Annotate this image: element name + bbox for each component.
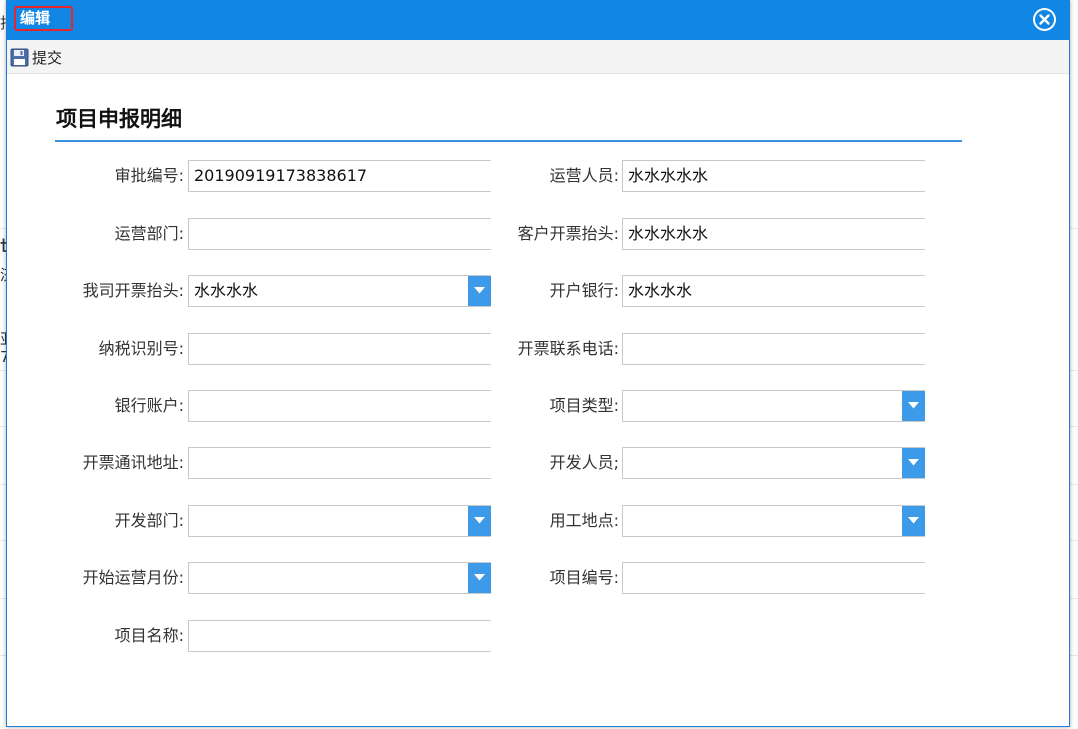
dialog-titlebar[interactable]: 编辑 (7, 0, 1069, 40)
select-field[interactable] (622, 390, 925, 422)
chevron-down-icon (908, 459, 919, 466)
dropdown-button[interactable] (468, 506, 491, 536)
chevron-down-icon (474, 287, 485, 294)
submit-label: 提交 (32, 48, 63, 67)
text-field[interactable]: 水水水水水 (622, 160, 925, 192)
field-label: 项目编号: (549, 568, 619, 587)
field-label: 开发部门: (114, 511, 184, 530)
select-field[interactable]: 水水水水 (188, 275, 491, 307)
field-label: 我司开票抬头: (82, 281, 184, 300)
field-value: 水水水水水 (628, 166, 709, 185)
select-field[interactable] (622, 505, 925, 537)
field-value: 水水水水水 (628, 224, 709, 243)
field-label: 纳税识别号: (98, 339, 184, 358)
field-label: 审批编号: (114, 166, 184, 185)
chevron-down-icon (908, 517, 919, 524)
close-icon (1035, 10, 1054, 29)
field-label: 开发人员; (549, 453, 619, 472)
dropdown-button[interactable] (902, 391, 925, 421)
dropdown-button[interactable] (468, 276, 491, 306)
field-label: 用工地点: (549, 511, 619, 530)
select-field[interactable] (188, 562, 491, 594)
text-field[interactable] (188, 390, 491, 422)
field-label: 开户银行: (549, 281, 619, 300)
dialog-toolbar: 提交 (7, 40, 1069, 74)
text-field[interactable]: 水水水水水 (622, 218, 925, 250)
text-field[interactable]: 20190919173838617 (188, 160, 491, 192)
dropdown-button[interactable] (468, 563, 491, 593)
dropdown-button[interactable] (902, 506, 925, 536)
field-label: 运营部门: (114, 224, 184, 243)
text-field[interactable] (188, 447, 491, 479)
close-button[interactable] (1033, 8, 1056, 31)
dropdown-button[interactable] (902, 448, 925, 478)
field-label: 客户开票抬头: (517, 224, 619, 243)
text-field[interactable] (188, 218, 491, 250)
text-field[interactable] (188, 620, 491, 652)
field-label: 开票通讯地址: (82, 453, 184, 472)
dialog-title: 编辑 (14, 6, 73, 31)
field-label: 开票联系电话: (517, 339, 619, 358)
edit-dialog: 编辑 提交 项目申报明细 审批编号: 20190919173838617 运营部门:… (6, 0, 1070, 727)
submit-button[interactable]: 提交 (10, 46, 62, 68)
field-value: 20190919173838617 (194, 166, 368, 185)
select-field[interactable] (188, 505, 491, 537)
text-field[interactable] (188, 333, 491, 365)
field-label: 项目名称: (114, 626, 184, 645)
field-value: 水水水水 (628, 281, 693, 300)
form-title-underline (55, 140, 962, 142)
field-label: 项目类型: (549, 396, 619, 415)
field-label: 运营人员: (549, 166, 619, 185)
chevron-down-icon (908, 402, 919, 409)
chevron-down-icon (474, 517, 485, 524)
field-value: 水水水水 (194, 281, 259, 300)
text-field[interactable] (622, 562, 925, 594)
text-field[interactable]: 水水水水 (622, 275, 925, 307)
form-title: 项目申报明细 (56, 107, 182, 131)
save-icon (10, 48, 29, 66)
field-label: 银行账户: (114, 396, 184, 415)
text-field[interactable] (622, 333, 925, 365)
select-field[interactable] (622, 447, 925, 479)
field-label: 开始运营月份: (82, 568, 184, 587)
chevron-down-icon (474, 574, 485, 581)
